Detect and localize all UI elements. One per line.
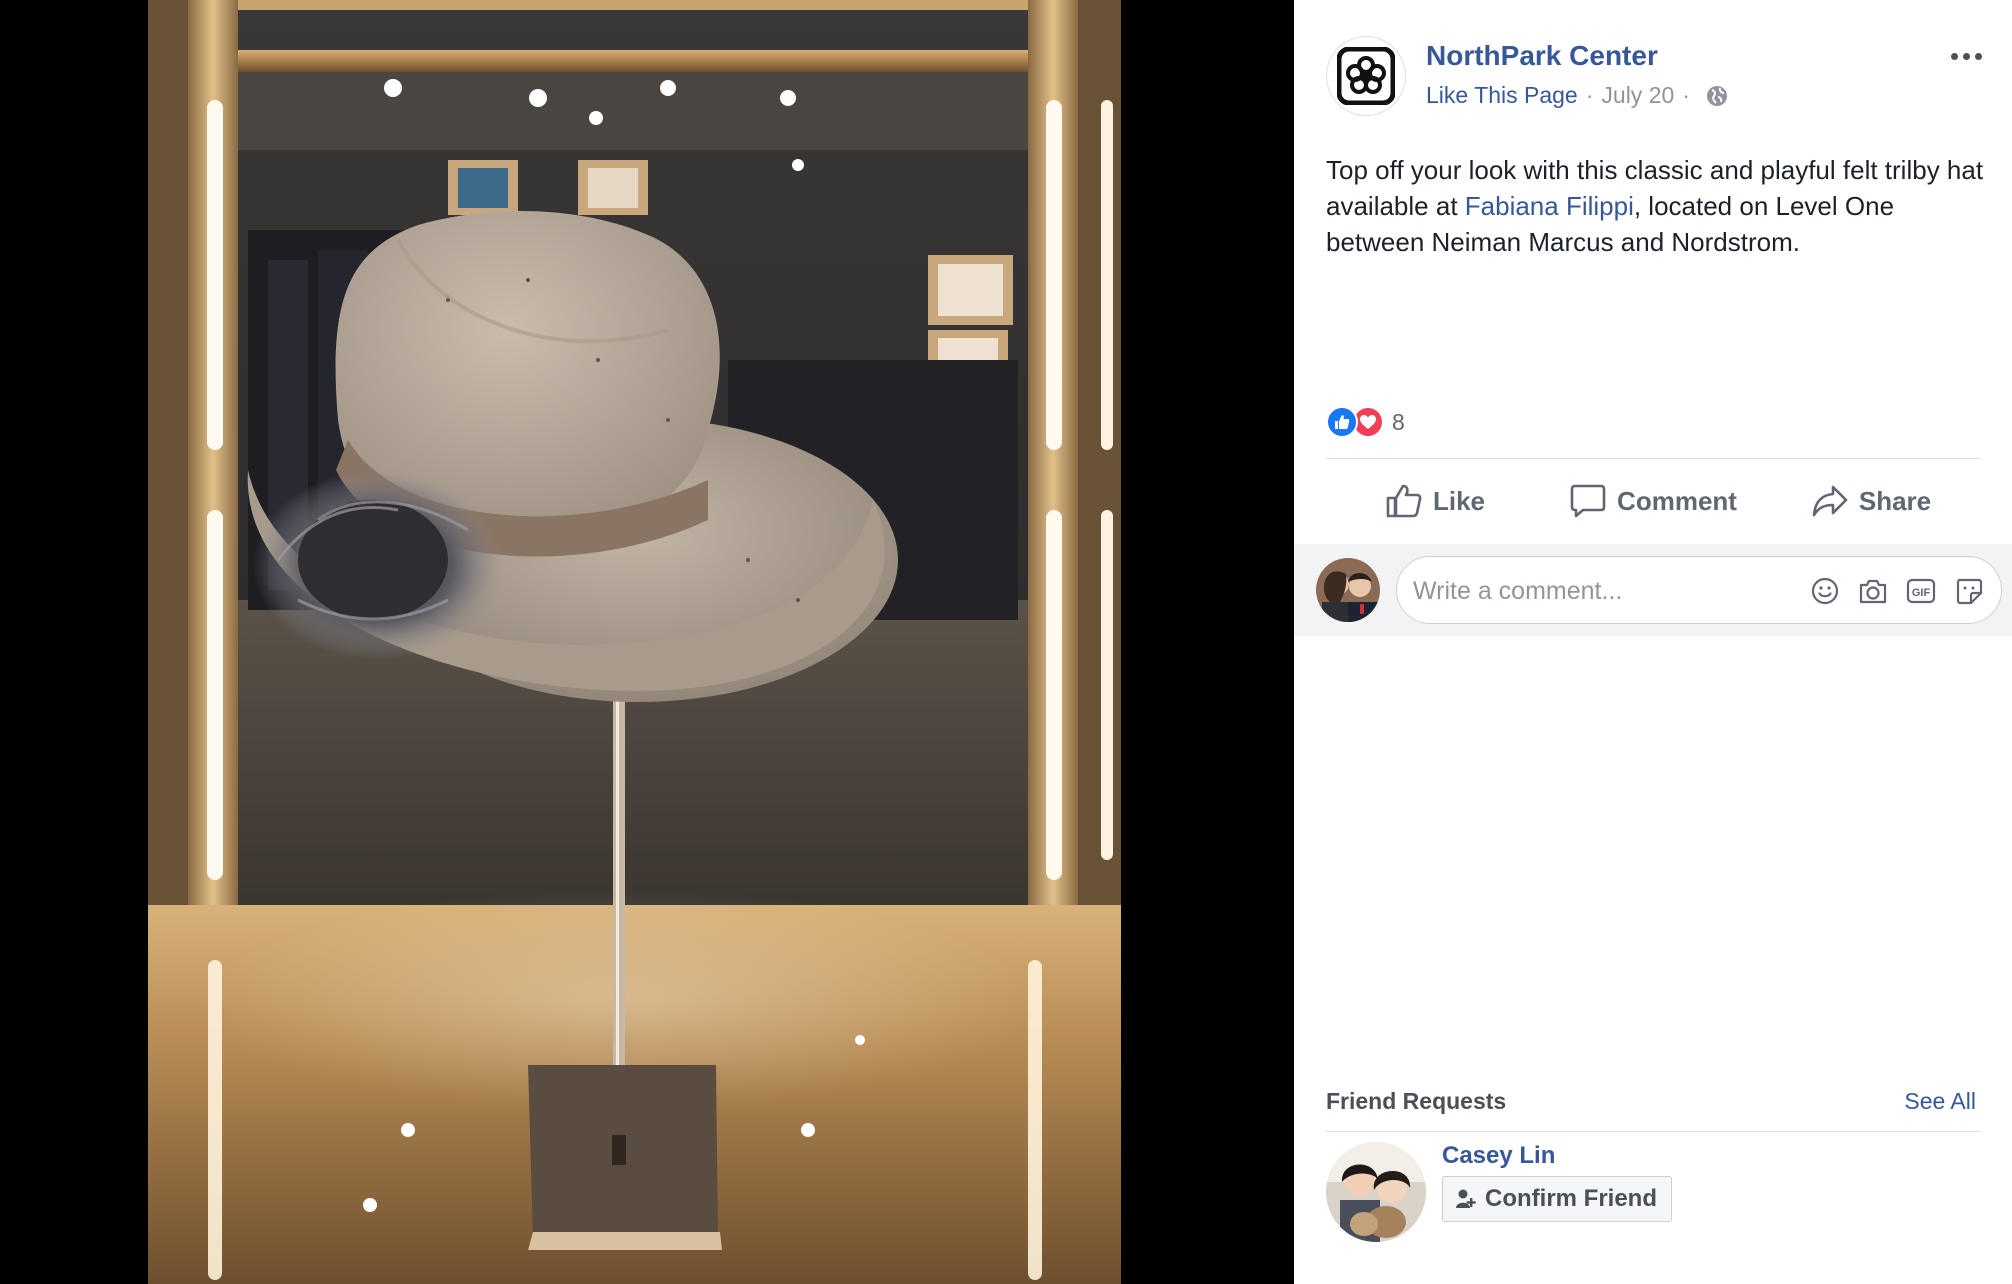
comment-tools: GIF (1795, 573, 1987, 609)
friend-name-link[interactable]: Casey Lin (1442, 1142, 1555, 1170)
post-meta: Like This Page · July 20 · (1426, 82, 1728, 109)
page-avatar[interactable] (1326, 36, 1406, 116)
confirm-friend-button[interactable]: Confirm Friend (1442, 1176, 1672, 1222)
camera-icon[interactable] (1855, 573, 1891, 609)
sticker-icon[interactable] (1951, 573, 1987, 609)
like-page-link[interactable]: Like This Page (1426, 82, 1578, 109)
post-actions: Like Comment Share (1326, 470, 1980, 532)
comment-placeholder: Write a comment... (1413, 577, 1623, 605)
post-sidebar: NorthPark Center Like This Page · July 2… (1294, 0, 2012, 1284)
reaction-count: 8 (1392, 408, 1405, 435)
current-user-avatar[interactable] (1316, 558, 1380, 622)
see-all-link[interactable]: See All (1904, 1088, 1976, 1115)
like-button[interactable]: Like (1326, 483, 1544, 519)
like-reaction-icon (1326, 406, 1358, 438)
more-options-icon[interactable] (1946, 42, 1986, 70)
thumbs-up-icon (1386, 484, 1422, 518)
comment-bubble-icon (1570, 484, 1606, 518)
post-photo[interactable] (148, 0, 1121, 1284)
comment-button-label: Comment (1617, 485, 1737, 516)
friend-avatar[interactable] (1326, 1142, 1426, 1242)
hat-photo-illustration (148, 0, 1121, 1284)
tagged-page-link[interactable]: Fabiana Filippi (1465, 191, 1634, 221)
northpark-logo-icon (1337, 47, 1395, 105)
svg-text:GIF: GIF (1912, 587, 1931, 599)
friend-requests-header: Friend Requests See All (1326, 1088, 1976, 1118)
divider (1326, 458, 1980, 459)
share-button-label: Share (1858, 485, 1932, 516)
friend-request-item: Casey Lin Confirm Friend (1326, 1142, 1976, 1242)
friend-requests-title: Friend Requests (1326, 1088, 1507, 1114)
divider (1326, 1131, 1980, 1132)
comment-input[interactable]: Write a comment... GIF (1396, 556, 2002, 624)
share-arrow-icon (1812, 485, 1848, 517)
post-header: NorthPark Center Like This Page · July 2… (1326, 36, 1986, 116)
meta-separator: · (1682, 82, 1690, 108)
like-button-label: Like (1432, 485, 1486, 516)
add-friend-icon (1456, 1189, 1476, 1208)
emoji-icon[interactable] (1807, 573, 1843, 609)
confirm-friend-label: Confirm Friend (1485, 1185, 1657, 1212)
gif-icon[interactable]: GIF (1903, 573, 1939, 609)
comment-composer: Write a comment... GIF (1294, 544, 2012, 636)
comment-button[interactable]: Comment (1544, 483, 1762, 519)
share-button[interactable]: Share (1762, 483, 1980, 519)
post-message: Top off your look with this classic and … (1326, 152, 1986, 260)
post-date-link[interactable]: July 20 (1601, 82, 1674, 109)
page-name-link[interactable]: NorthPark Center (1426, 40, 1658, 72)
reactions-summary[interactable]: 8 (1326, 405, 1405, 439)
photo-viewer: NorthPark Center Like This Page · July 2… (0, 0, 2012, 1284)
globe-icon[interactable] (1706, 85, 1728, 107)
meta-separator: · (1585, 82, 1594, 108)
